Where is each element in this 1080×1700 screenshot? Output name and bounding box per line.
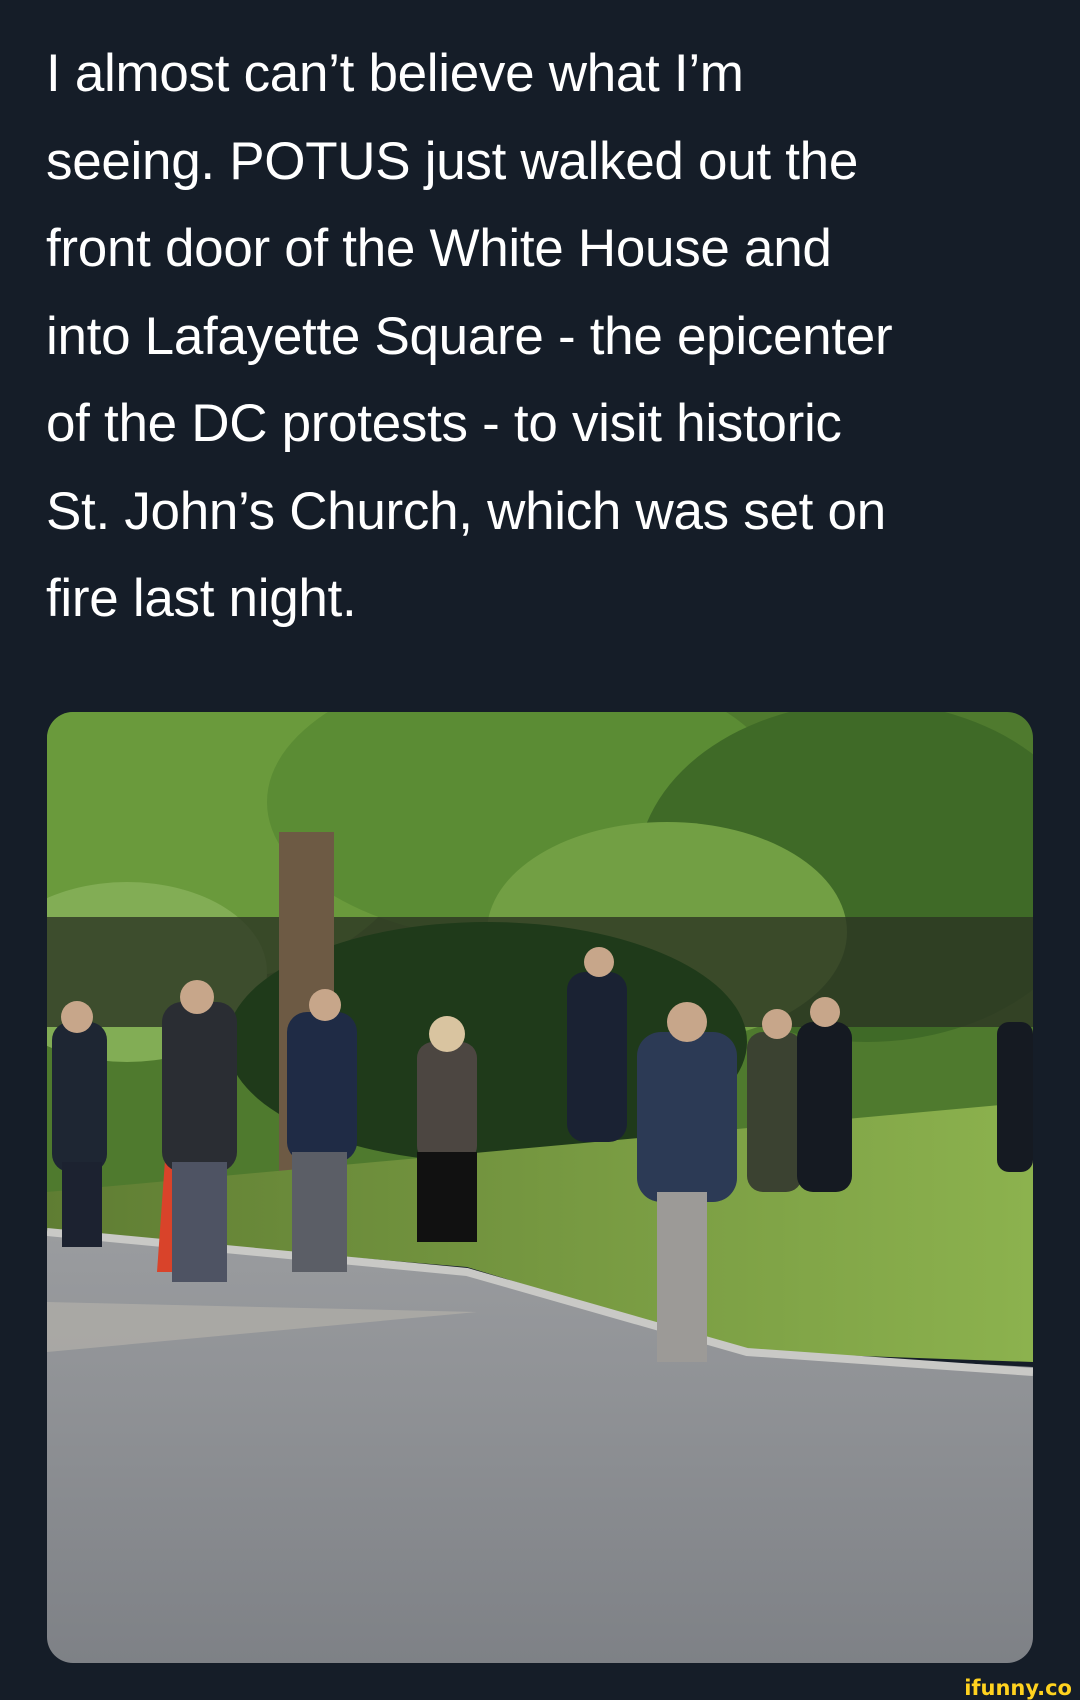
photo-image (47, 712, 1033, 1663)
tweet-text: I almost can’t believe what I’m seeing. … (46, 44, 893, 628)
watermark-bar (0, 1679, 1080, 1699)
tweet-photo[interactable] (47, 712, 1033, 1663)
ifunny-watermark-logo: ifunny.co (964, 1676, 1072, 1700)
